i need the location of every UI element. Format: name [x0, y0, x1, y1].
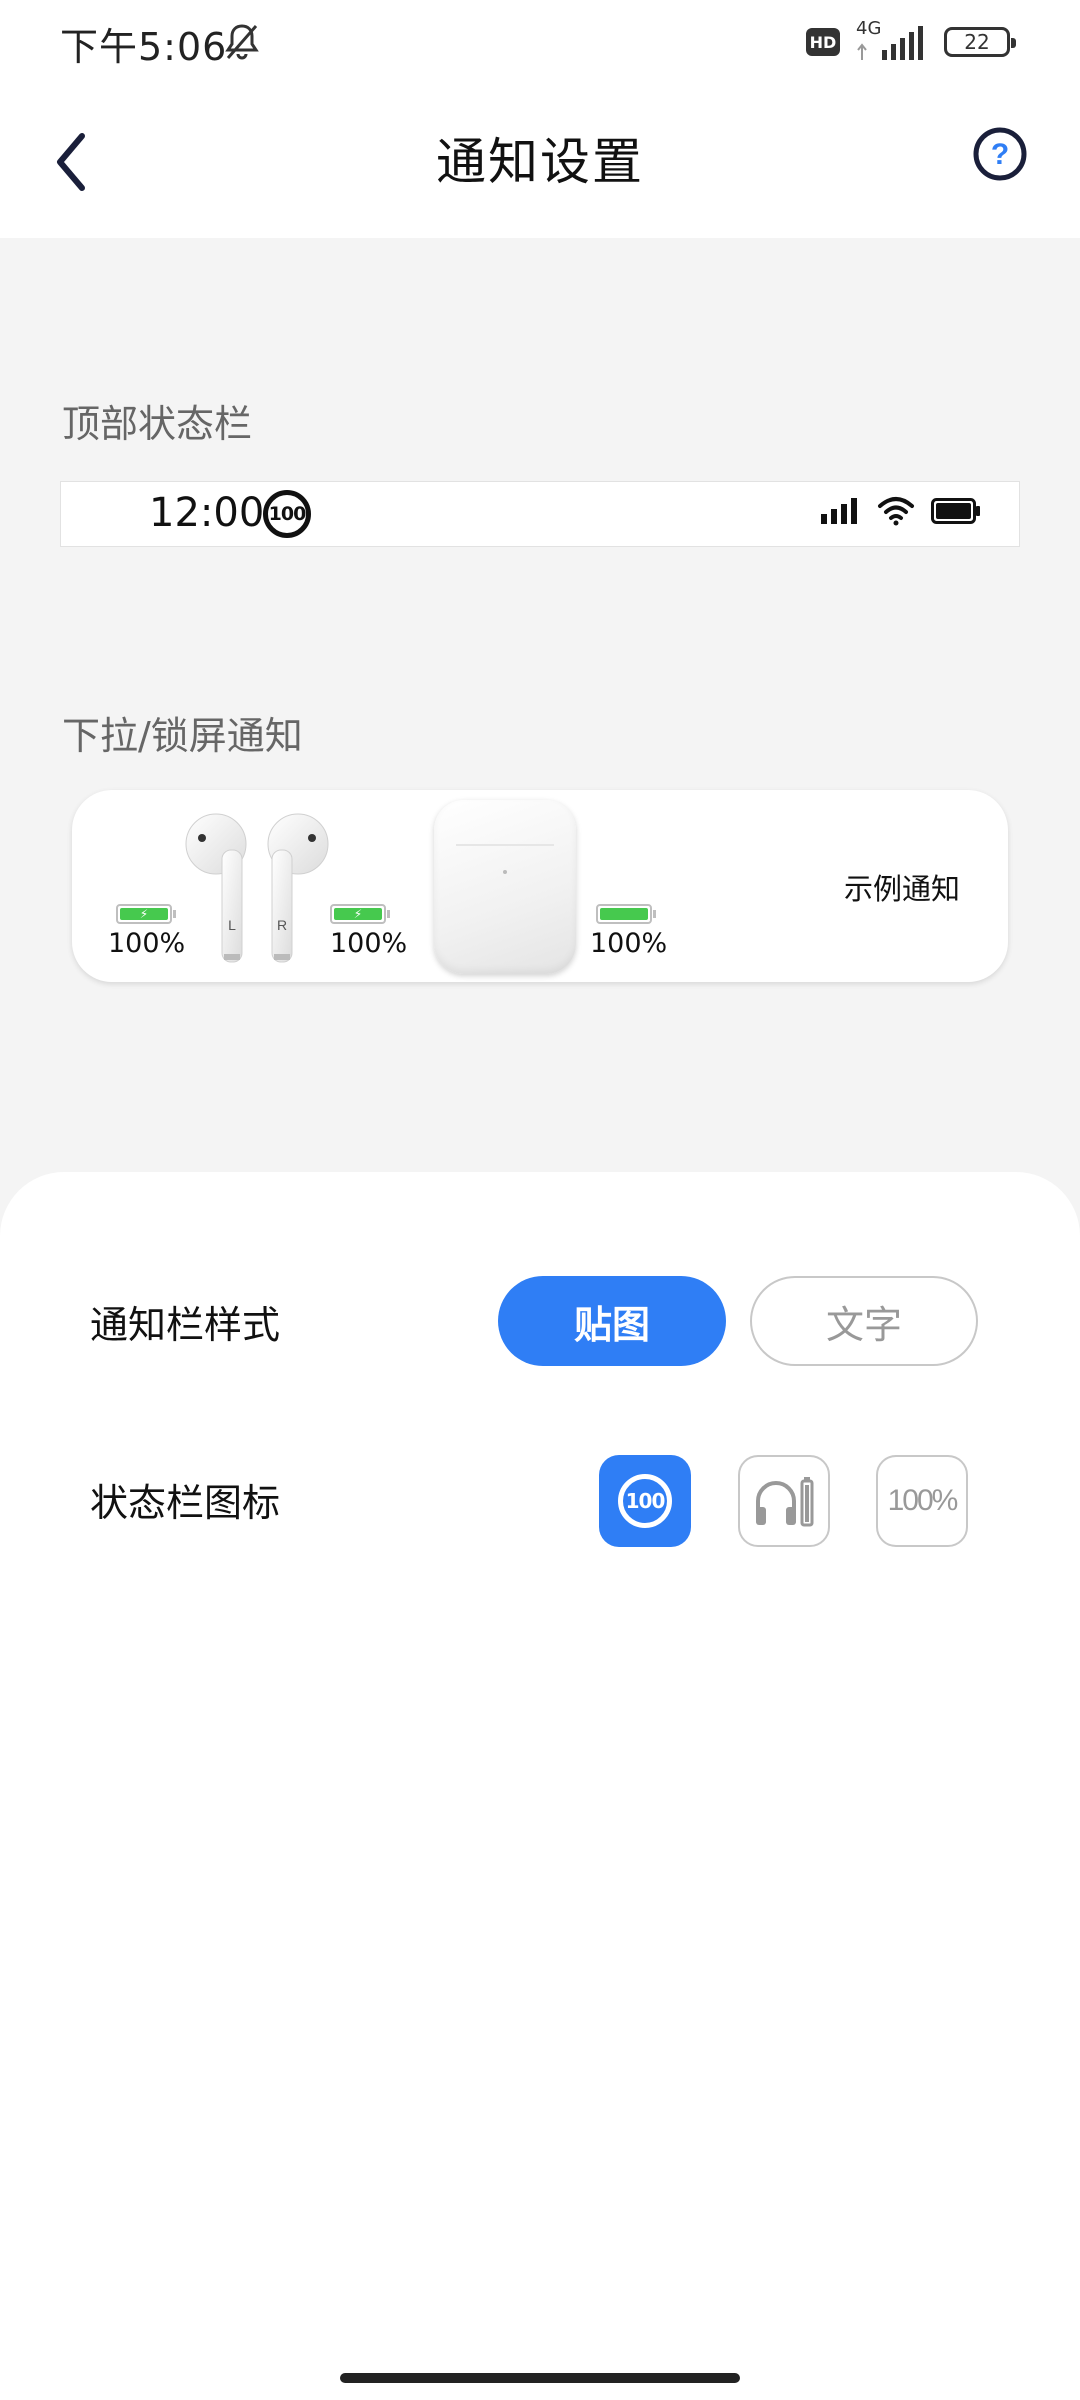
battery-level: 22 [964, 30, 990, 54]
system-status-bar: 下午5:06 HD 4G 22 [0, 0, 1080, 84]
right-battery-percent: 100% [330, 928, 408, 959]
left-battery-icon: ⚡ [116, 904, 176, 924]
section-label-top-statusbar: 顶部状态栏 [62, 402, 253, 446]
right-battery-icon: ⚡ [330, 904, 390, 924]
section-label-dropdown-notification: 下拉/锁屏通知 [62, 714, 303, 758]
svg-text:R: R [277, 917, 287, 933]
mute-bell-icon [225, 24, 259, 60]
app-header: 通知设置 ? [0, 84, 1080, 238]
icon-option-badge-100[interactable]: 100 [599, 1455, 691, 1547]
signal-icon: 4G [852, 18, 932, 64]
settings-sheet: 通知栏样式 贴图 文字 状态栏图标 100 100% [0, 1172, 1080, 2400]
icon-option-headphone-battery[interactable] [738, 1455, 830, 1547]
battery-icon: 22 [944, 27, 1016, 57]
statusbar-icon-label: 状态栏图标 [90, 1481, 281, 1525]
hd-badge: HD [806, 28, 840, 56]
headphone-battery-icon [756, 1477, 814, 1527]
notification-preview-card: L R ⚡ 100% ⚡ 100% 100% 示例通知 [72, 790, 1008, 982]
home-indicator[interactable] [340, 2373, 740, 2383]
case-battery-percent: 100% [590, 928, 668, 959]
system-time: 下午5:06 [60, 25, 228, 69]
demo-statusbar-preview: 12:00 100 [60, 481, 1020, 547]
svg-text:L: L [228, 917, 236, 933]
demo-time: 12:00 [149, 490, 265, 536]
case-battery-icon [596, 904, 656, 924]
left-battery-percent: 100% [108, 928, 186, 959]
left-earbud-image: L [185, 813, 247, 963]
page-title: 通知设置 [436, 133, 644, 191]
help-icon[interactable]: ? [972, 126, 1028, 182]
notification-style-label: 通知栏样式 [90, 1303, 281, 1347]
percent-text-icon: 100% [887, 1484, 959, 1517]
icon-option-percent-text[interactable]: 100% [876, 1455, 968, 1547]
sample-notification-text: 示例通知 [843, 872, 960, 906]
wifi-icon [878, 497, 914, 526]
style-option-sticker[interactable]: 贴图 [498, 1276, 726, 1366]
battery-badge-icon: 100 [263, 490, 311, 538]
cellular-signal-icon [821, 498, 857, 524]
charging-case-image [434, 800, 576, 974]
style-option-text[interactable]: 文字 [750, 1276, 978, 1366]
battery-full-icon [931, 498, 980, 524]
svg-text:?: ? [991, 138, 1009, 171]
right-earbud-image: R [267, 813, 329, 963]
badge-100-icon: 100 [618, 1474, 672, 1528]
